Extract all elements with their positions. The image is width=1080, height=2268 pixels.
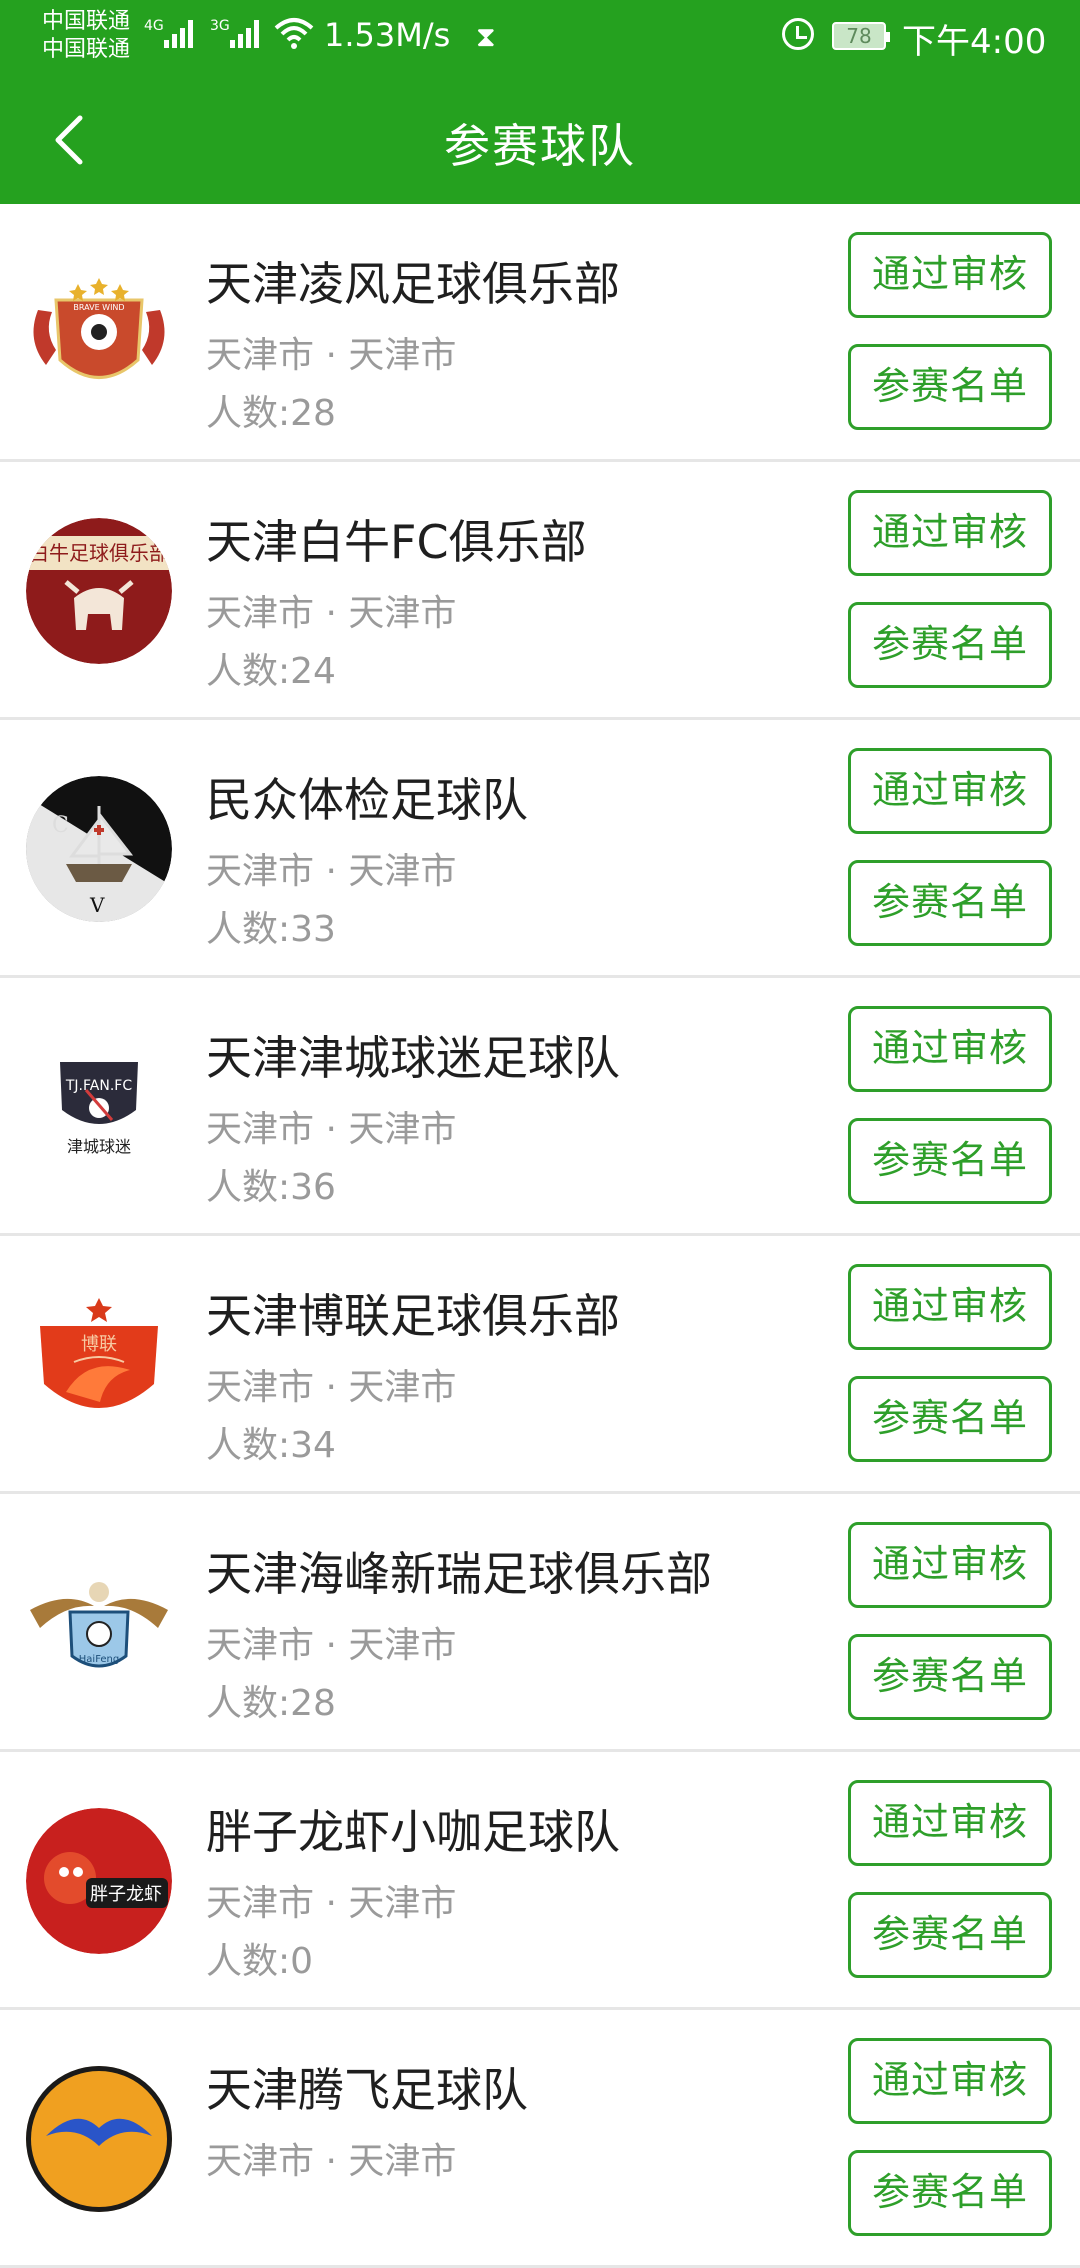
battery-level: 78 (846, 24, 872, 48)
team-row: 胖子龙虾 胖子龙虾小咖足球队 天津市 · 天津市 人数:0 通过审核 参赛名单 (0, 1752, 1080, 2010)
roster-button[interactable]: 参赛名单 (848, 1634, 1052, 1720)
team-row: TJ.FAN.FC 津城球迷 天津津城球迷足球队 天津市 · 天津市 人数:36… (0, 978, 1080, 1236)
logo-text: HaiFeng (79, 1654, 119, 1665)
roster-button[interactable]: 参赛名单 (848, 1376, 1052, 1462)
logo-text: 博联 (81, 1334, 117, 1355)
team-name: 天津津城球迷足球队 (206, 1031, 620, 1085)
approve-button[interactable]: 通过审核 (848, 1006, 1052, 1092)
clock: 下午4:00 (902, 22, 1047, 62)
team-name: 民众体检足球队 (206, 773, 528, 827)
eagle-crest-icon: HaiFeng (26, 1550, 172, 1696)
team-member-count: 人数:28 (206, 1683, 336, 1724)
roster-button[interactable]: 参赛名单 (848, 860, 1052, 946)
nav-bar: 参赛球队 (0, 80, 1080, 204)
logo-text: BRAVE WIND (73, 303, 124, 312)
crest-icon: BRAVE WIND (33, 278, 165, 379)
team-name: 天津博联足球俱乐部 (206, 1289, 620, 1343)
team-row: HaiFeng 天津海峰新瑞足球俱乐部 天津市 · 天津市 人数:28 通过审核… (0, 1494, 1080, 1752)
approve-button[interactable]: 通过审核 (848, 2038, 1052, 2124)
team-member-count: 人数:33 (206, 909, 336, 950)
hourglass-icon: ⧗ (476, 20, 496, 53)
carrier-label-1: 中国联通 (42, 9, 131, 34)
team-name: 天津白牛FC俱乐部 (206, 515, 587, 569)
svg-text:C: C (52, 813, 69, 838)
approve-button[interactable]: 通过审核 (848, 748, 1052, 834)
approve-button[interactable]: 通过审核 (848, 1264, 1052, 1350)
approve-button[interactable]: 通过审核 (848, 490, 1052, 576)
team-name: 胖子龙虾小咖足球队 (206, 1805, 620, 1859)
team-logo: 白牛足球俱乐部 (26, 518, 172, 664)
team-row: 白牛足球俱乐部 天津白牛FC俱乐部 天津市 · 天津市 人数:24 通过审核 参… (0, 462, 1080, 720)
svg-text:津城球迷: 津城球迷 (67, 1137, 131, 1156)
wings-crest-icon (26, 2066, 172, 2212)
team-city: 天津市 · 天津市 (206, 1883, 457, 1924)
team-member-count: 人数:34 (206, 1425, 336, 1466)
phoenix-crest-icon: 博联 (26, 1292, 172, 1438)
roster-button[interactable]: 参赛名单 (848, 602, 1052, 688)
team-logo: HaiFeng (26, 1550, 172, 1696)
team-row: C V 民众体检足球队 天津市 · 天津市 人数:33 通过审核 参赛名单 (0, 720, 1080, 978)
network-speed: 1.53M/s (324, 16, 451, 54)
team-logo: TJ.FAN.FC 津城球迷 (26, 1034, 172, 1180)
roster-button[interactable]: 参赛名单 (848, 1892, 1052, 1978)
team-list: BRAVE WIND 天津凌风足球俱乐部 天津市 · 天津市 人数:28 通过审… (0, 204, 1080, 2268)
team-member-count: 人数:36 (206, 1167, 336, 1208)
team-member-count: 人数:0 (206, 1941, 314, 1982)
team-logo: 胖子龙虾 (26, 1808, 172, 1954)
roster-button[interactable]: 参赛名单 (848, 2150, 1052, 2236)
approve-button[interactable]: 通过审核 (848, 232, 1052, 318)
app-header: 中国联通 中国联通 4G 3G 1.53M/s ⧗ 78 下午4:00 参赛球队 (0, 0, 1080, 204)
signal-icon (164, 18, 198, 48)
team-city: 天津市 · 天津市 (206, 1625, 457, 1666)
team-city: 天津市 · 天津市 (206, 593, 457, 634)
team-city: 天津市 · 天津市 (206, 1109, 457, 1150)
lobster-crest-icon: 胖子龙虾 (26, 1808, 172, 1954)
status-bar: 中国联通 中国联通 4G 3G 1.53M/s ⧗ 78 下午4:00 (0, 0, 1080, 80)
team-row: 博联 天津博联足球俱乐部 天津市 · 天津市 人数:34 通过审核 参赛名单 (0, 1236, 1080, 1494)
signal-icon-2 (230, 18, 264, 48)
battery-icon: 78 (832, 22, 890, 50)
wifi-icon (274, 18, 314, 49)
team-city: 天津市 · 天津市 (206, 335, 457, 376)
approve-button[interactable]: 通过审核 (848, 1522, 1052, 1608)
team-member-count: 人数:24 (206, 651, 336, 692)
team-name: 天津凌风足球俱乐部 (206, 257, 620, 311)
alarm-icon (782, 18, 814, 50)
team-city: 天津市 · 天津市 (206, 851, 457, 892)
svg-text:V: V (89, 893, 105, 917)
logo-text: 胖子龙虾 (90, 1884, 162, 1905)
carrier-info: 中国联通 中国联通 (42, 8, 130, 64)
roster-button[interactable]: 参赛名单 (848, 344, 1052, 430)
page-title: 参赛球队 (444, 119, 636, 173)
team-logo: 博联 (26, 1292, 172, 1438)
shield-icon: TJ.FAN.FC 津城球迷 (26, 1034, 172, 1180)
team-name: 天津海峰新瑞足球俱乐部 (206, 1547, 712, 1601)
ship-crest-icon: C V (26, 776, 172, 922)
team-row: BRAVE WIND 天津凌风足球俱乐部 天津市 · 天津市 人数:28 通过审… (0, 204, 1080, 462)
approve-button[interactable]: 通过审核 (848, 1780, 1052, 1866)
bull-crest-icon: 白牛足球俱乐部 (26, 518, 172, 664)
team-city: 天津市 · 天津市 (206, 2141, 457, 2182)
carrier-label-2: 中国联通 (42, 37, 131, 62)
team-logo (26, 2066, 172, 2212)
team-logo: BRAVE WIND (26, 260, 172, 406)
logo-text: TJ.FAN.FC (65, 1078, 132, 1094)
network-type-2: 3G (210, 18, 230, 34)
team-city: 天津市 · 天津市 (206, 1367, 457, 1408)
network-type-1: 4G (144, 18, 164, 34)
team-member-count: 人数:28 (206, 393, 336, 434)
roster-button[interactable]: 参赛名单 (848, 1118, 1052, 1204)
logo-text: 白牛足球俱乐部 (29, 541, 169, 565)
team-logo: C V (26, 776, 172, 922)
team-row: 天津腾飞足球队 天津市 · 天津市 通过审核 参赛名单 (0, 2010, 1080, 2268)
team-name: 天津腾飞足球队 (206, 2063, 528, 2117)
